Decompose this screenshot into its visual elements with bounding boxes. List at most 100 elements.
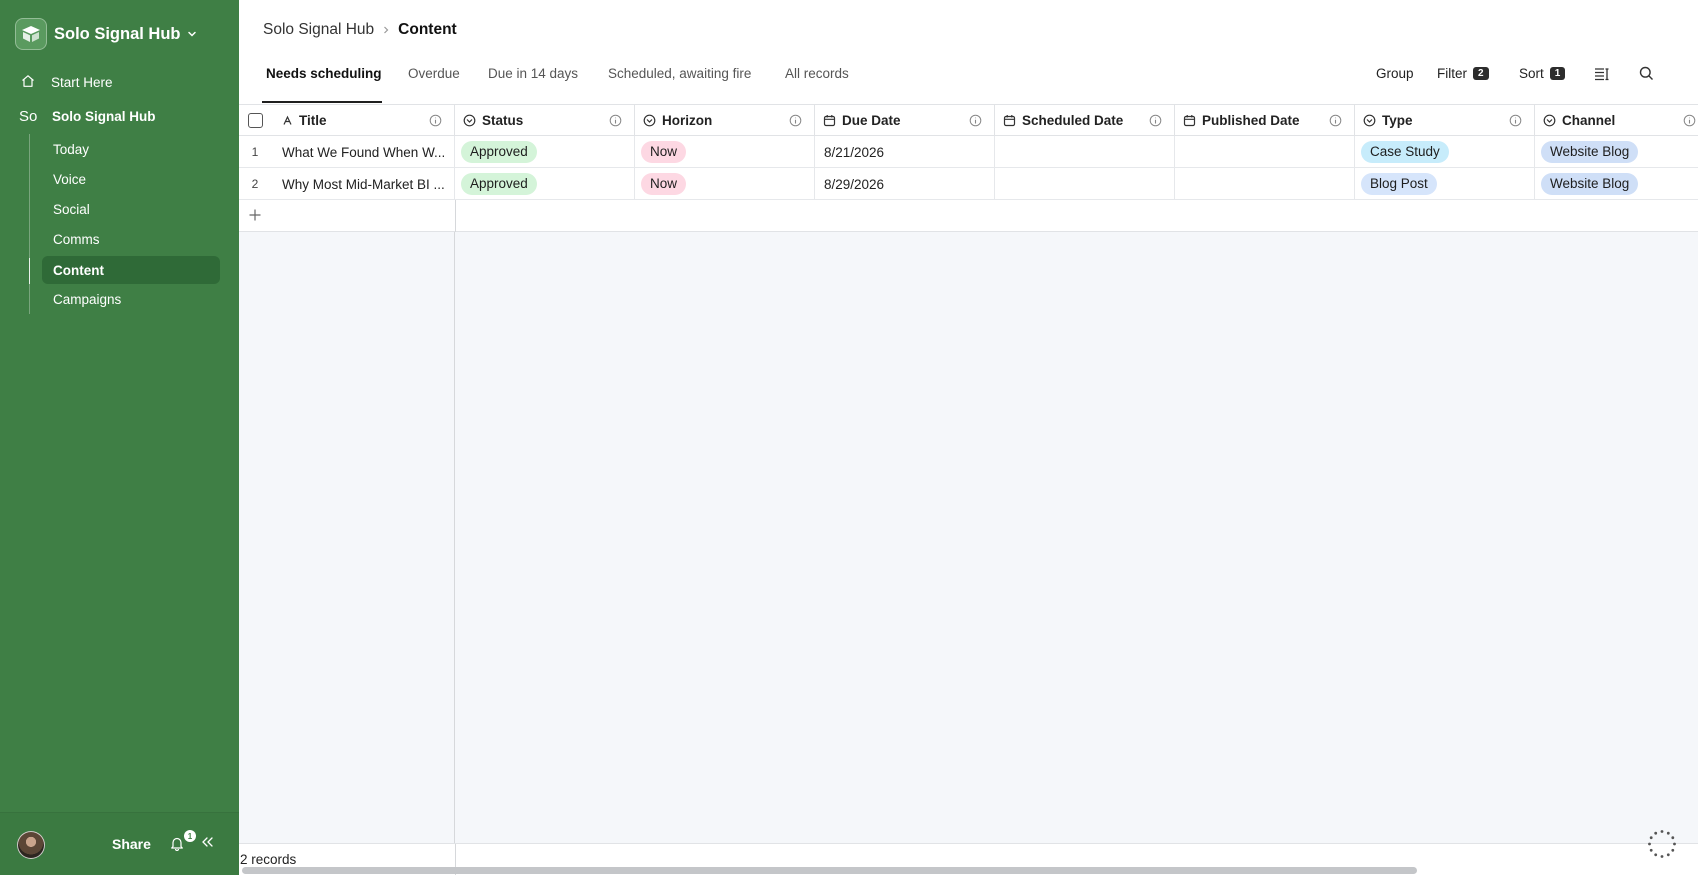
bell-icon[interactable] bbox=[170, 836, 184, 854]
tab-due-in-14-days[interactable]: Due in 14 days bbox=[488, 66, 578, 96]
info-icon[interactable] bbox=[429, 114, 442, 130]
home-icon bbox=[21, 74, 35, 91]
scheduled-date-cell[interactable] bbox=[995, 136, 1175, 168]
grid-footer: 2 records bbox=[239, 830, 1698, 875]
column-header-horizon[interactable]: Horizon bbox=[635, 105, 815, 136]
sidebar-item-today[interactable]: Today bbox=[42, 135, 220, 163]
info-icon[interactable] bbox=[789, 114, 802, 130]
chevron-circle-icon bbox=[1363, 114, 1376, 127]
column-header-title[interactable]: Title bbox=[239, 105, 455, 136]
sidebar-item-social[interactable]: Social bbox=[42, 195, 220, 223]
header-row: Title Status Horizon Due Date Scheduled … bbox=[239, 105, 1698, 136]
breadcrumb: Solo Signal Hub Content bbox=[263, 21, 457, 39]
filter-button[interactable]: Filter 2 bbox=[1437, 66, 1489, 81]
column-header-status[interactable]: Status bbox=[455, 105, 635, 136]
sort-label: Sort bbox=[1519, 66, 1544, 81]
due-date-cell[interactable]: 8/29/2026 bbox=[815, 168, 995, 200]
horizon-cell[interactable]: Now bbox=[635, 168, 815, 200]
published-date-cell[interactable] bbox=[1175, 136, 1355, 168]
sidebar: Solo Signal Hub Start Here So Solo Signa… bbox=[0, 0, 239, 875]
type-cell[interactable]: Case Study bbox=[1355, 136, 1535, 168]
column-header-channel[interactable]: Channel bbox=[1535, 105, 1698, 136]
breadcrumb-parent[interactable]: Solo Signal Hub bbox=[263, 21, 374, 39]
record-count: 2 records bbox=[240, 852, 297, 867]
scheduled-date-cell[interactable] bbox=[995, 168, 1175, 200]
info-icon[interactable] bbox=[1509, 114, 1522, 130]
horizon-cell[interactable]: Now bbox=[635, 136, 815, 168]
status-cell[interactable]: Approved bbox=[455, 168, 635, 200]
calendar-icon bbox=[1003, 114, 1016, 127]
data-grid: Title Status Horizon Due Date Scheduled … bbox=[239, 104, 1698, 844]
sidebar-item-comms[interactable]: Comms bbox=[42, 225, 220, 253]
hub-abbreviation: So bbox=[19, 107, 38, 125]
info-icon[interactable] bbox=[1683, 114, 1696, 130]
tab-overdue[interactable]: Overdue bbox=[408, 66, 460, 96]
column-header-due-date[interactable]: Due Date bbox=[815, 105, 995, 136]
title-cell[interactable]: 1 What We Found When W... bbox=[239, 136, 455, 168]
filter-count-badge: 2 bbox=[1473, 67, 1489, 80]
sort-button[interactable]: Sort 1 bbox=[1519, 66, 1566, 81]
info-icon[interactable] bbox=[1149, 114, 1162, 130]
type-cell[interactable]: Blog Post bbox=[1355, 168, 1535, 200]
tab-all-records[interactable]: All records bbox=[785, 66, 849, 96]
chevron-down-icon bbox=[187, 29, 197, 39]
type-pill: Case Study bbox=[1361, 141, 1449, 163]
info-icon[interactable] bbox=[609, 114, 622, 130]
column-header-type[interactable]: Type bbox=[1355, 105, 1535, 136]
add-record-row[interactable] bbox=[239, 200, 1698, 232]
sidebar-item-start-here[interactable]: Start Here bbox=[21, 67, 113, 97]
info-icon[interactable] bbox=[1329, 114, 1342, 130]
page-title: Content bbox=[398, 21, 457, 38]
tree-guide-line bbox=[29, 134, 30, 314]
column-label: Channel bbox=[1562, 113, 1616, 128]
table-row[interactable]: 1 What We Found When W... Approved Now 8… bbox=[239, 136, 1698, 168]
row-height-icon[interactable] bbox=[1594, 67, 1610, 81]
pane-divider bbox=[455, 200, 456, 232]
sidebar-item-campaigns[interactable]: Campaigns bbox=[42, 285, 220, 313]
text-sort-icon bbox=[282, 115, 293, 126]
title-cell[interactable]: 2 Why Most Mid-Market BI ... bbox=[239, 168, 455, 200]
published-date-cell[interactable] bbox=[1175, 168, 1355, 200]
column-header-published-date[interactable]: Published Date bbox=[1175, 105, 1355, 136]
main-area: Solo Signal Hub Content Needs scheduling… bbox=[239, 0, 1698, 875]
due-date-cell[interactable]: 8/21/2026 bbox=[815, 136, 995, 168]
calendar-icon bbox=[823, 114, 836, 127]
status-pill: Approved bbox=[461, 141, 537, 163]
select-all-checkbox[interactable] bbox=[248, 113, 263, 128]
title-value: Why Most Mid-Market BI ... bbox=[282, 176, 445, 192]
workspace-switcher[interactable]: Solo Signal Hub bbox=[15, 18, 197, 50]
info-icon[interactable] bbox=[969, 114, 982, 130]
collapse-sidebar-icon[interactable] bbox=[201, 836, 214, 851]
search-icon[interactable] bbox=[1639, 66, 1654, 81]
tab-needs-scheduling[interactable]: Needs scheduling bbox=[266, 66, 382, 96]
group-button[interactable]: Group bbox=[1376, 66, 1414, 81]
sidebar-item-voice[interactable]: Voice bbox=[42, 165, 220, 193]
sort-count-badge: 1 bbox=[1549, 67, 1566, 80]
channel-cell[interactable]: Website Blog bbox=[1535, 136, 1698, 168]
chevron-right-icon bbox=[382, 25, 390, 35]
column-label: Horizon bbox=[662, 113, 713, 128]
calendar-icon bbox=[1183, 114, 1196, 127]
channel-cell[interactable]: Website Blog bbox=[1535, 168, 1698, 200]
row-number: 2 bbox=[251, 177, 259, 191]
group-label: Group bbox=[1376, 66, 1414, 81]
tab-scheduled-awaiting-fire[interactable]: Scheduled, awaiting fire bbox=[608, 66, 751, 96]
column-label: Type bbox=[1382, 113, 1413, 128]
horizontal-scrollbar[interactable] bbox=[242, 867, 1417, 874]
column-header-scheduled-date[interactable]: Scheduled Date bbox=[995, 105, 1175, 136]
plus-icon[interactable] bbox=[247, 207, 263, 226]
column-label: Published Date bbox=[1202, 113, 1300, 128]
avatar[interactable] bbox=[17, 831, 45, 859]
type-pill: Blog Post bbox=[1361, 173, 1437, 195]
column-label: Title bbox=[299, 113, 327, 128]
active-indicator bbox=[29, 258, 30, 284]
status-cell[interactable]: Approved bbox=[455, 136, 635, 168]
sidebar-item-label: Start Here bbox=[51, 74, 113, 90]
loading-spinner-icon bbox=[1646, 828, 1678, 863]
workspace-title: Solo Signal Hub bbox=[54, 24, 181, 43]
share-button[interactable]: Share bbox=[112, 836, 151, 852]
sidebar-item-hub[interactable]: So Solo Signal Hub bbox=[19, 101, 156, 131]
channel-pill: Website Blog bbox=[1541, 141, 1639, 163]
table-row[interactable]: 2 Why Most Mid-Market BI ... Approved No… bbox=[239, 168, 1698, 200]
sidebar-item-content[interactable]: Content bbox=[42, 256, 220, 284]
